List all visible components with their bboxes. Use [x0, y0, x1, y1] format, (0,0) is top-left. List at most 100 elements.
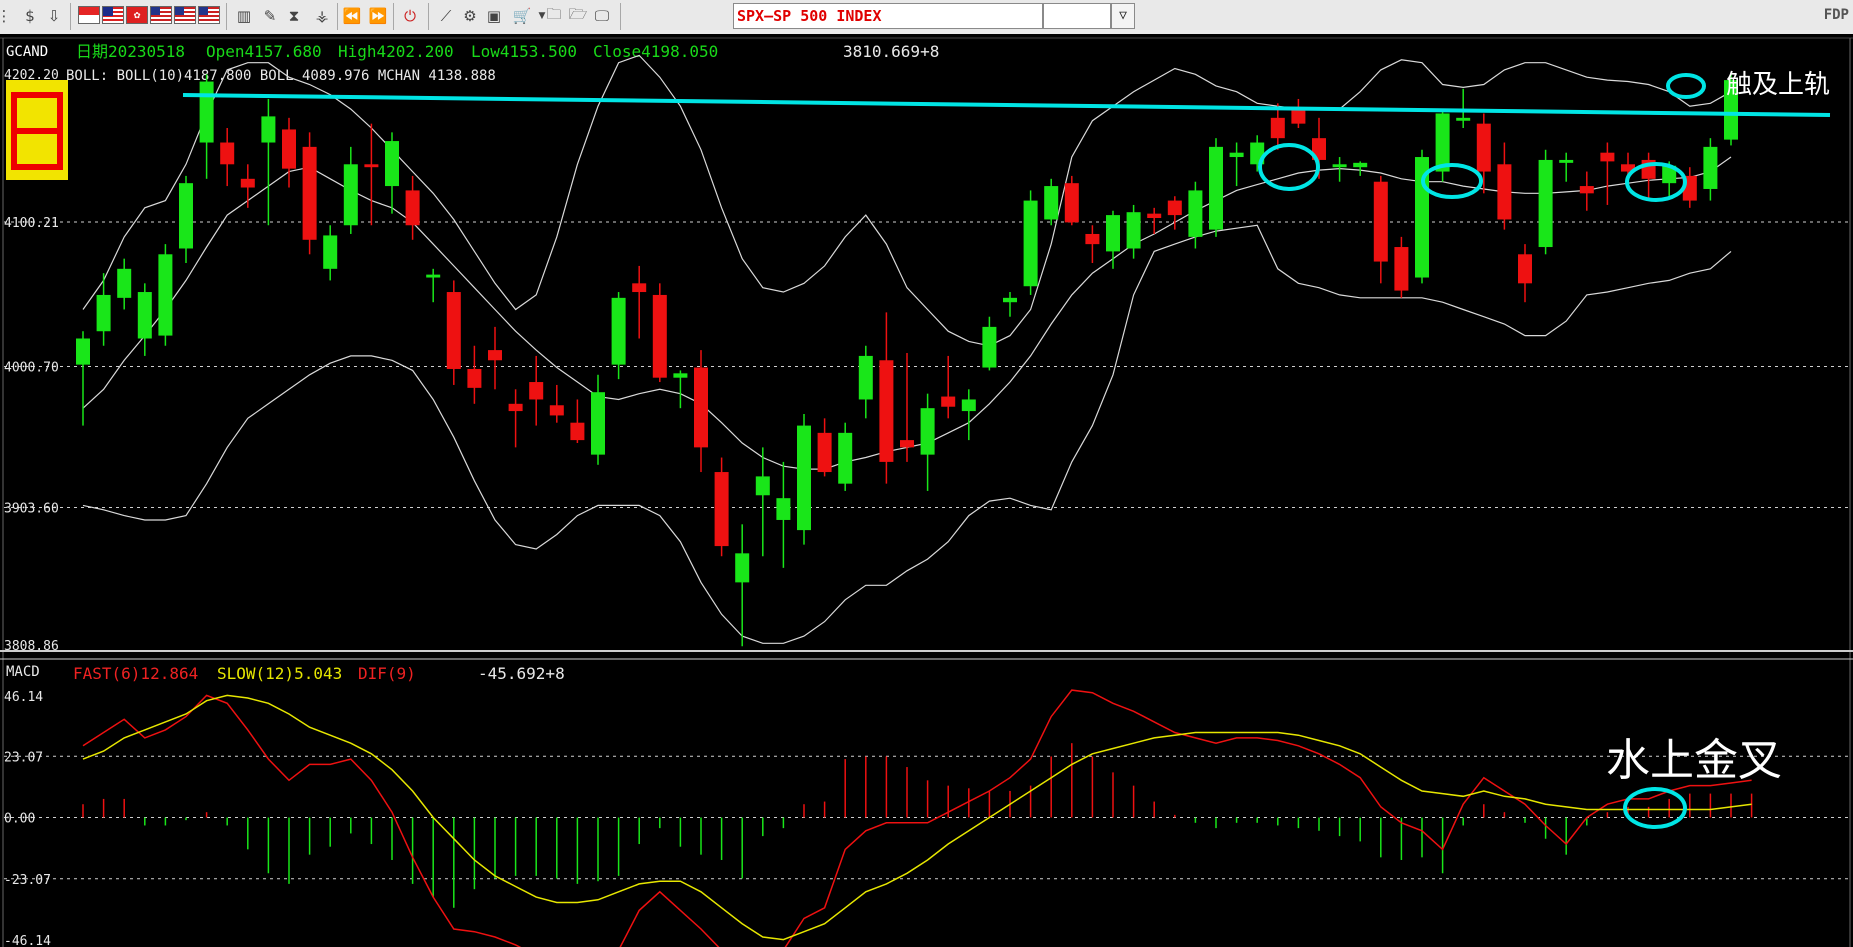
- us-flag-icon-1[interactable]: [150, 6, 172, 24]
- candle-body: [776, 498, 791, 520]
- candle-body: [137, 292, 152, 339]
- toolbar: ⋮ $ ⇩ ✿ ▥ ✎ ⧗ ⚶ ⏪ ⏩ ⏻ ⟋ ⚙ ▣ 🛒 ▼ 🗀 🗁 🖵 SP…: [0, 0, 1853, 35]
- hongkong-flag-icon[interactable]: ✿: [126, 6, 148, 24]
- macd-axis-label: -46.14: [4, 934, 51, 947]
- candle-body: [694, 367, 708, 448]
- candle-body: [817, 432, 832, 473]
- candle-body: [1497, 164, 1512, 220]
- candle-body: [261, 116, 276, 143]
- candle-body: [1394, 247, 1409, 291]
- price-axis-label: 4100.21: [4, 216, 59, 231]
- macd-fast: FAST(6)12.864: [73, 664, 198, 683]
- candle-body: [1167, 200, 1182, 216]
- chart-high: High4202.200: [338, 42, 454, 61]
- annotation-upper-rail: 触及上轨: [1726, 70, 1830, 100]
- us-flag-icon-2[interactable]: [174, 6, 196, 24]
- candle-body: [488, 350, 502, 361]
- candle-body: [591, 392, 605, 455]
- macd-dif: DIF(9): [358, 664, 416, 683]
- candle-body: [1332, 164, 1347, 168]
- candle-body: [1353, 162, 1368, 168]
- candle-body: [158, 254, 173, 336]
- forward-icon[interactable]: ⏩: [366, 4, 390, 28]
- macd-label: MACD: [6, 664, 40, 680]
- toolbar-edge-icon[interactable]: ⋮: [0, 4, 16, 28]
- candle-body: [941, 396, 956, 407]
- malaysia-flag-icon[interactable]: [102, 6, 124, 24]
- rewind-icon[interactable]: ⏪: [340, 4, 364, 28]
- hourglass-icon[interactable]: ⧗: [282, 4, 306, 28]
- macd-axis-label: 46.14: [4, 690, 43, 705]
- gear-icon[interactable]: ⚙: [458, 4, 482, 28]
- macd-axis-label: 0.00: [4, 812, 35, 827]
- logo-text: FDP: [1823, 7, 1849, 23]
- chart-date: 日期20230518: [76, 42, 185, 61]
- candle-body: [1538, 159, 1553, 248]
- candle-body: [1579, 186, 1594, 194]
- candle-body: [1456, 117, 1471, 121]
- price-axis-label: 3808.86: [4, 639, 59, 654]
- window-indicator-icon: [6, 80, 68, 180]
- frame-icon[interactable]: ▣: [482, 4, 506, 28]
- candle-body: [632, 283, 647, 293]
- macd-axis-label: -23.07: [4, 873, 51, 888]
- candle-body: [220, 142, 235, 165]
- candle-body: [1044, 186, 1059, 220]
- candle-body: [1147, 213, 1162, 219]
- candle-body: [117, 268, 132, 298]
- bar-chart-icon[interactable]: ▥: [232, 4, 256, 28]
- candle-body: [508, 403, 523, 412]
- open-folder-icon[interactable]: 🗁: [566, 4, 590, 28]
- candle-body: [1126, 212, 1141, 249]
- candle-body: [1559, 159, 1574, 163]
- candle-body: [838, 432, 853, 484]
- price-axis-label: 4000.70: [4, 361, 59, 376]
- candle-body: [426, 274, 441, 278]
- singapore-flag-icon[interactable]: [78, 6, 100, 24]
- candle-body: [1703, 146, 1718, 189]
- candle-body: [1023, 200, 1038, 287]
- candle-body: [1064, 183, 1079, 223]
- candle-body: [1188, 190, 1203, 237]
- candle-body: [385, 141, 399, 187]
- refresh-icon[interactable]: $: [18, 4, 42, 28]
- candle-body: [282, 129, 296, 169]
- macd-axis-label: 23.07: [4, 750, 43, 765]
- candle-body: [467, 368, 482, 388]
- candle-body: [1209, 146, 1223, 230]
- chart-area[interactable]: GCAND 日期20230518 Open4157.680 High4202.2…: [0, 34, 1853, 947]
- candle-body: [1106, 215, 1120, 252]
- tree-icon[interactable]: ⚶: [310, 4, 334, 28]
- us-flag-icon-3[interactable]: [198, 6, 220, 24]
- power-icon[interactable]: ⏻: [398, 4, 422, 28]
- candle-body: [797, 425, 811, 531]
- macd-slow: SLOW(12)5.043: [217, 664, 342, 683]
- candle-body: [755, 476, 770, 496]
- candle-body: [76, 338, 90, 365]
- chart-open: Open4157.680: [206, 42, 322, 61]
- candle-body: [1291, 109, 1306, 124]
- annotation-golden-cross: 水上金叉: [1606, 735, 1782, 786]
- candle-body: [611, 297, 626, 365]
- candle-body: [652, 294, 667, 378]
- folder-icon[interactable]: 🗀: [542, 4, 566, 28]
- price-axis-label: 3903.60: [4, 501, 59, 516]
- chart-close: Close4198.050: [593, 42, 718, 61]
- candle-body: [858, 355, 873, 400]
- candle-body: [961, 399, 976, 412]
- download-icon[interactable]: ⇩: [42, 4, 66, 28]
- candle-body: [982, 326, 997, 368]
- chevron-down-icon[interactable]: ▽: [1111, 3, 1135, 29]
- candle-body: [302, 146, 317, 240]
- candle-body: [446, 292, 461, 369]
- chart-settings-icon[interactable]: ⟋: [434, 4, 458, 28]
- candle-body: [364, 164, 379, 168]
- candle-body: [323, 235, 338, 269]
- edit-icon[interactable]: ✎: [258, 4, 282, 28]
- candle-body: [343, 164, 358, 226]
- symbol-input[interactable]: SPX—SP 500 INDEX: [733, 3, 1043, 29]
- candle-body: [1373, 181, 1388, 262]
- chart-low: Low4153.500: [471, 42, 577, 61]
- monitor-icon[interactable]: 🖵: [590, 4, 614, 28]
- period-input[interactable]: [1043, 3, 1111, 29]
